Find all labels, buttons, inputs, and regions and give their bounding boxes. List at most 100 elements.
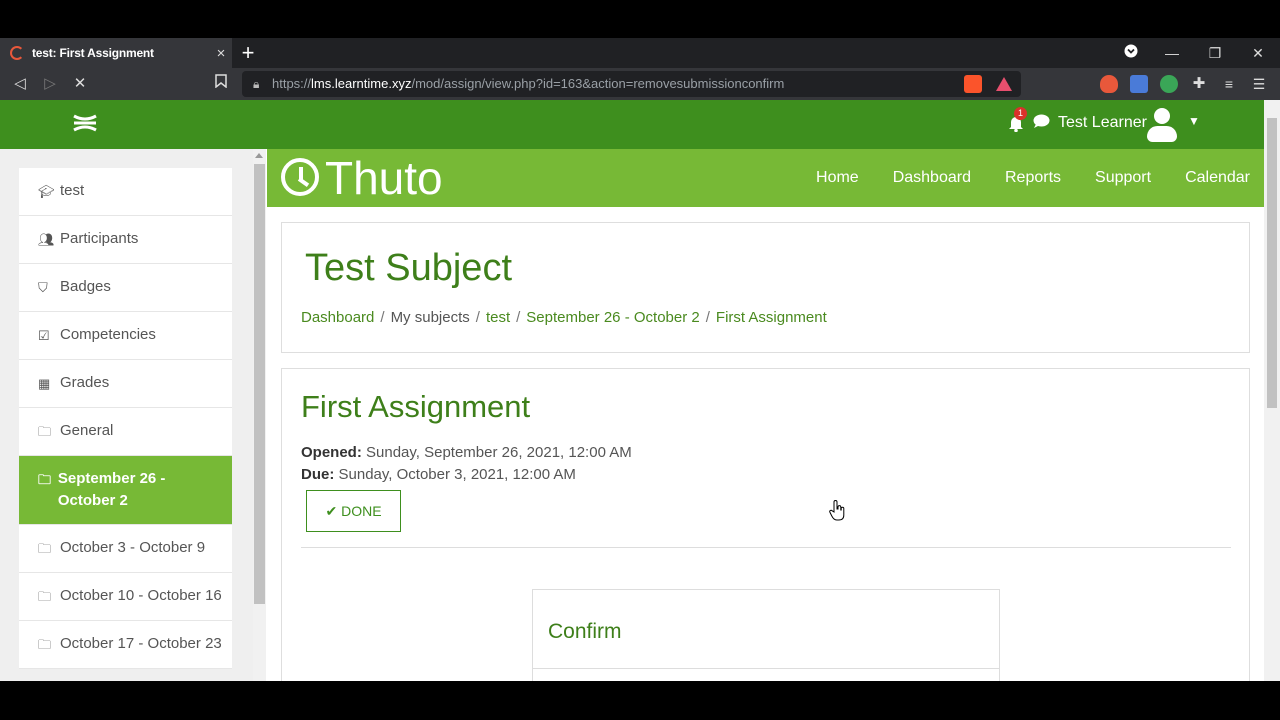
- graduation-cap-icon: 🎓︎: [38, 184, 55, 199]
- sidebar-item-label: General: [60, 422, 114, 439]
- brand-bar: Thuto Home Dashboard Reports Support Cal…: [267, 149, 1264, 207]
- site-logo-text[interactable]: Thuto: [325, 151, 443, 205]
- back-icon[interactable]: ◁: [8, 72, 32, 96]
- site-topbar: 1 Test Learner ▼: [0, 100, 1264, 149]
- playlist-icon[interactable]: ≡: [1220, 75, 1238, 93]
- due-label: Due:: [301, 466, 335, 483]
- sidebar-item-october-10-october-16[interactable]: 🗀 October 10 - October 16: [19, 573, 232, 621]
- brave-shield-icon[interactable]: [964, 75, 982, 93]
- puzzle-extensions-icon[interactable]: ✚: [1190, 75, 1208, 93]
- clock-logo-icon: [281, 158, 319, 196]
- sidebar-item-general[interactable]: 🗀 General: [19, 408, 232, 456]
- sidebar-item-label: Grades: [60, 374, 110, 391]
- extension-icon[interactable]: [1160, 75, 1178, 93]
- due-value: Sunday, October 3, 2021, 12:00 AM: [338, 466, 576, 483]
- confirm-title: Confirm: [548, 620, 622, 643]
- brave-rewards-icon[interactable]: [996, 77, 1012, 91]
- users-icon: 👥︎: [38, 232, 55, 247]
- divider: [301, 547, 1231, 548]
- nav-drawer-toggle-icon[interactable]: [72, 112, 98, 141]
- url-host: lms.learntime.xyz: [311, 76, 412, 91]
- folder-icon: 🗀: [38, 424, 52, 439]
- sidebar-item-label: October 17 - October 23: [60, 635, 222, 652]
- breadcrumb-section[interactable]: September 26 - October 2: [526, 309, 699, 326]
- shield-icon: ⛉: [38, 280, 48, 295]
- sidebar-item-october-3-october-9[interactable]: 🗀 October 3 - October 9: [19, 525, 232, 573]
- sidebar-item-october-17-october-23[interactable]: 🗀 October 17 - October 23: [19, 621, 232, 669]
- opened-label: Opened:: [301, 444, 362, 461]
- user-menu-caret-icon[interactable]: ▼: [1188, 114, 1200, 128]
- browser-tab[interactable]: test: First Assignment ×: [0, 38, 232, 68]
- opened-value: Sunday, September 26, 2021, 12:00 AM: [366, 444, 632, 461]
- sidebar-item-grades[interactable]: ▦ Grades: [19, 360, 232, 408]
- page-scrollbar[interactable]: [1264, 100, 1280, 681]
- sidebar-item-label: September 26 - October 2: [57, 470, 166, 509]
- page-header-card: Test Subject Dashboard / My subjects / test /…: [281, 222, 1250, 353]
- breadcrumb-my-subjects[interactable]: My subjects: [391, 309, 470, 326]
- sidebar-item-september-26-october-2[interactable]: 🗀 September 26 - October 2: [19, 456, 232, 525]
- sidebar-item-label: October 10 - October 16: [60, 587, 222, 604]
- assignment-card: First Assignment Opened: Sunday, Septemb…: [281, 368, 1250, 681]
- browser-tabstrip: test: First Assignment × + — ❐ ✕: [0, 38, 1280, 68]
- loading-spinner-icon: [10, 46, 24, 60]
- folder-icon: 🗀: [38, 541, 52, 556]
- sidebar-item-label: October 3 - October 9: [60, 539, 206, 556]
- profile-menu-icon[interactable]: [1113, 38, 1149, 68]
- breadcrumb-test[interactable]: test: [486, 309, 510, 326]
- nav-reports[interactable]: Reports: [1005, 169, 1061, 187]
- done-label: DONE: [341, 503, 382, 519]
- breadcrumb-assignment[interactable]: First Assignment: [716, 309, 827, 326]
- assignment-title: First Assignment: [301, 389, 531, 424]
- nav-calendar[interactable]: Calendar: [1185, 169, 1250, 187]
- sidebar-item-label: Competencies: [60, 326, 156, 343]
- tab-close-icon[interactable]: ×: [210, 45, 232, 62]
- ublock-extension-icon[interactable]: [1100, 75, 1118, 93]
- forward-icon[interactable]: ▷: [38, 72, 62, 96]
- url-prefix: https://: [272, 76, 312, 91]
- breadcrumb-dashboard[interactable]: Dashboard: [301, 309, 374, 326]
- sidebar-scrollbar[interactable]: [253, 149, 266, 681]
- sidebar-nav: 🎓︎ test 👥︎ Participants ⛉ Badges ☑ Competencies…: [19, 168, 232, 669]
- top-navigation: Home Dashboard Reports Support Calendar: [782, 149, 1250, 207]
- address-bar[interactable]: 🔒︎ https://lms.learntime.xyz/mod/assign/…: [242, 71, 1021, 97]
- folder-icon: 🗀: [38, 637, 52, 652]
- sidebar-item-test[interactable]: 🎓︎ test: [19, 168, 232, 216]
- sidebar-item-label: Participants: [60, 230, 139, 247]
- page-title: Test Subject: [305, 247, 512, 289]
- browser-menu-icon[interactable]: ☰: [1250, 75, 1268, 93]
- stop-loading-icon[interactable]: ✕: [68, 72, 92, 96]
- nav-home[interactable]: Home: [816, 169, 859, 187]
- done-button[interactable]: ✔ DONE: [306, 490, 401, 532]
- screen: test: First Assignment × + — ❐ ✕ ◁ ▷ ✕ 🔒…: [0, 0, 1280, 720]
- new-tab-button[interactable]: +: [238, 40, 258, 66]
- minimize-icon[interactable]: —: [1154, 38, 1190, 68]
- tab-title: test: First Assignment: [32, 46, 154, 60]
- messages-icon[interactable]: [1033, 114, 1050, 134]
- folder-icon: 🗀: [38, 589, 52, 604]
- sidebar-item-badges[interactable]: ⛉ Badges: [19, 264, 232, 312]
- sidebar-item-label: test: [60, 182, 85, 199]
- confirm-divider: [533, 668, 999, 669]
- notification-count-badge: 1: [1014, 107, 1027, 120]
- check-icon: ✔: [325, 503, 338, 519]
- sidebar-item-competencies[interactable]: ☑ Competencies: [19, 312, 232, 360]
- table-icon: ▦: [38, 376, 51, 391]
- confirm-dialog: Confirm: [532, 589, 1000, 681]
- user-avatar[interactable]: [1145, 106, 1179, 142]
- nav-support[interactable]: Support: [1095, 169, 1151, 187]
- folder-icon: 🗀: [38, 472, 52, 487]
- translate-extension-icon[interactable]: [1130, 75, 1148, 93]
- breadcrumb: Dashboard / My subjects / test / September 26 …: [301, 309, 827, 326]
- sidebar-item-label: Badges: [60, 278, 111, 295]
- bookmark-icon[interactable]: [209, 72, 233, 96]
- nav-dashboard[interactable]: Dashboard: [893, 169, 971, 187]
- sidebar-item-participants[interactable]: 👥︎ Participants: [19, 216, 232, 264]
- browser-toolbar: ◁ ▷ ✕ 🔒︎ https://lms.learntime.xyz/mod/a…: [0, 68, 1280, 100]
- url-path: /mod/assign/view.php?id=163&action=remov…: [411, 76, 785, 91]
- checkbox-icon: ☑: [38, 328, 50, 343]
- web-page: 1 Test Learner ▼ 🎓︎ test 👥︎ Participants ⛉ Ba…: [0, 100, 1264, 681]
- restore-icon[interactable]: ❐: [1197, 38, 1233, 68]
- hand-cursor-icon: [829, 500, 845, 521]
- user-menu-name[interactable]: Test Learner: [1058, 114, 1147, 132]
- close-window-icon[interactable]: ✕: [1240, 38, 1276, 68]
